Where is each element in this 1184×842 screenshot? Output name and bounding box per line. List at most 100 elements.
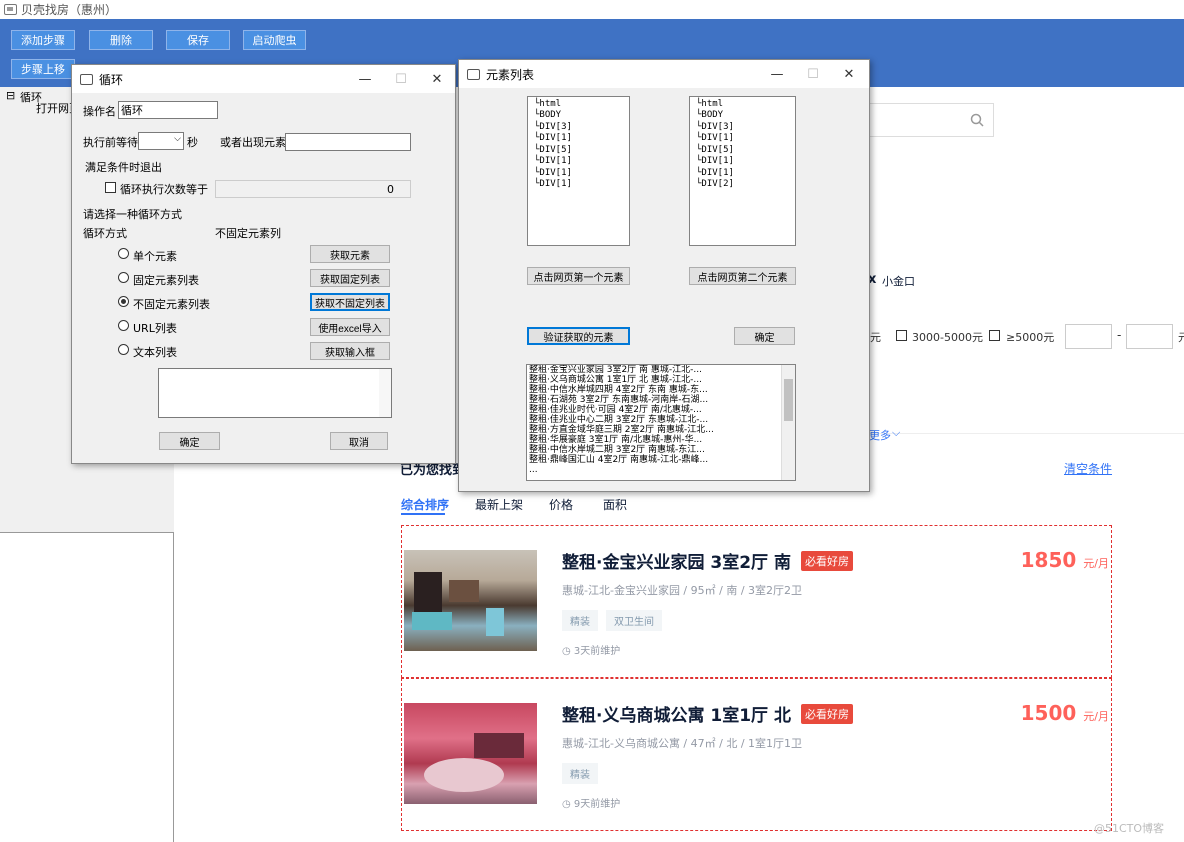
listing-photo[interactable] xyxy=(404,703,537,804)
tree-item[interactable]: └DIV[2] xyxy=(696,179,734,189)
tree-item[interactable]: └DIV[1] xyxy=(696,168,734,178)
result-item[interactable]: 整租·方直金域华庭三期 2室2厅 南惠城-江北... xyxy=(527,425,795,435)
add-step-button[interactable]: 添加步骤 xyxy=(11,30,75,50)
tab-overall[interactable]: 综合排序 xyxy=(401,496,449,513)
step-up-button[interactable]: 步骤上移 xyxy=(11,59,75,79)
listing-photo[interactable] xyxy=(404,550,537,651)
tree-expand-icon[interactable]: ⊟ xyxy=(6,89,15,102)
price-max-input[interactable] xyxy=(1126,324,1173,349)
tree-item[interactable]: └DIV[1] xyxy=(534,168,572,178)
clear-conditions-link[interactable]: 清空条件 xyxy=(1064,460,1112,477)
loop-count-stepper[interactable]: 0 xyxy=(215,180,411,198)
radio-fixed-list[interactable] xyxy=(118,272,129,283)
radio-url-list[interactable] xyxy=(118,320,129,331)
radio-variable-list[interactable] xyxy=(118,296,129,307)
click-first-element-button[interactable]: 点击网页第一个元素 xyxy=(527,267,630,285)
tree-item[interactable]: └DIV[1] xyxy=(534,179,572,189)
price-3000-5000-checkbox[interactable] xyxy=(896,330,907,341)
tree-item[interactable]: └DIV[1] xyxy=(534,133,572,143)
import-excel-button[interactable]: 使用excel导入 xyxy=(310,318,390,336)
option-text-list[interactable]: 文本列表 xyxy=(133,344,177,360)
delete-button[interactable]: 删除 xyxy=(89,30,153,50)
get-variable-list-button[interactable]: 获取不固定列表 xyxy=(310,293,390,311)
price-min-input[interactable] xyxy=(1065,324,1112,349)
result-item[interactable]: 整租·佳兆业时代·可园 4室2厅 南/北惠城-... xyxy=(527,405,795,415)
wait-label: 执行前等待 xyxy=(83,136,138,149)
price-5000-checkbox[interactable] xyxy=(989,330,1000,341)
scrollbar[interactable] xyxy=(781,365,795,480)
element-tree-1[interactable]: └html └BODY └DIV[3] └DIV[1] └DIV[5] └DIV… xyxy=(527,96,630,246)
maximize-icon[interactable]: ☐ xyxy=(795,60,831,88)
radio-text-list[interactable] xyxy=(118,344,129,355)
result-item[interactable]: ... xyxy=(527,465,795,475)
minimize-icon[interactable]: — xyxy=(347,65,383,93)
result-item[interactable]: 整租·华展豪庭 3室1厅 南/北惠城-惠州-华... xyxy=(527,435,795,445)
tree-item[interactable]: └BODY xyxy=(696,110,723,120)
more-filters-link[interactable]: 更多 xyxy=(869,427,891,443)
close-icon[interactable]: ✕ xyxy=(419,65,455,93)
search-icon[interactable] xyxy=(970,113,984,127)
result-item[interactable]: 整租·石湖苑 3室2厅 东南惠城-河南岸-石湖... xyxy=(527,395,795,405)
get-input-box-button[interactable]: 获取输入框 xyxy=(310,342,390,360)
minimize-icon[interactable]: — xyxy=(759,60,795,88)
tree-item[interactable]: └DIV[5] xyxy=(534,145,572,155)
result-item[interactable]: 整租·鼎峰国汇山 4室2厅 南惠城-江北-鼎峰... xyxy=(527,455,795,465)
radio-single-element[interactable] xyxy=(118,248,129,259)
tab-area[interactable]: 面积 xyxy=(603,496,627,513)
price-filter-1[interactable]: 元 xyxy=(870,329,881,345)
op-name-input[interactable]: 循环 xyxy=(118,101,218,119)
tree-item[interactable]: └html xyxy=(534,99,561,109)
tab-newest[interactable]: 最新上架 xyxy=(475,496,523,513)
search-box[interactable] xyxy=(864,103,994,137)
area-small-gold[interactable]: 小金口 xyxy=(882,273,915,289)
tab-price[interactable]: 价格 xyxy=(549,496,573,513)
tree-item[interactable]: └DIV[5] xyxy=(696,145,734,155)
tree-item[interactable]: └html xyxy=(696,99,723,109)
get-element-button[interactable]: 获取元素 xyxy=(310,245,390,263)
option-single-element[interactable]: 单个元素 xyxy=(133,248,177,264)
element-input[interactable] xyxy=(285,133,411,151)
price-filter-3[interactable]: ≥5000元 xyxy=(1006,329,1054,345)
watermark: @51CTO博客 xyxy=(1094,822,1165,835)
result-list[interactable]: 整租·金宝兴业家园 3室2厅 南 惠城-江北-... 整租·义乌商城公寓 1室1厅… xyxy=(526,364,796,481)
close-icon[interactable]: ✕ xyxy=(831,60,867,88)
result-item[interactable]: 整租·义乌商城公寓 1室1厅 北 惠城-江北-... xyxy=(527,375,795,385)
text-list-area[interactable] xyxy=(158,368,392,418)
ok-button[interactable]: 确定 xyxy=(159,432,220,450)
element-tree-2[interactable]: └html └BODY └DIV[3] └DIV[1] └DIV[5] └DIV… xyxy=(689,96,796,246)
start-crawler-button[interactable]: 启动爬虫 xyxy=(243,30,306,50)
scrollbar-thumb[interactable] xyxy=(784,379,793,421)
tree-item[interactable]: └DIV[1] xyxy=(696,133,734,143)
chevron-down-icon[interactable]: ⌵ xyxy=(892,426,900,440)
listing-title[interactable]: 整租·金宝兴业家园 3室2厅 南必看好房 xyxy=(562,548,853,573)
listing-title[interactable]: 整租·义乌商城公寓 1室1厅 北必看好房 xyxy=(562,701,853,726)
price-dash: - xyxy=(1117,328,1122,342)
tree-item[interactable]: └DIV[3] xyxy=(696,122,734,132)
get-fixed-list-button[interactable]: 获取固定列表 xyxy=(310,269,390,287)
wait-select[interactable]: ⌵ xyxy=(138,132,184,150)
click-second-element-button[interactable]: 点击网页第二个元素 xyxy=(689,267,796,285)
listing-card[interactable]: 整租·义乌商城公寓 1室1厅 北必看好房 1500 元/月 惠城-江北-义乌商城… xyxy=(401,678,1112,831)
price-filter-2[interactable]: 3000-5000元 xyxy=(912,329,983,345)
tree-item[interactable]: └DIV[1] xyxy=(534,156,572,166)
scrollbar[interactable] xyxy=(379,369,391,417)
verify-elements-button[interactable]: 验证获取的元素 xyxy=(527,327,630,345)
app-titlebar: 贝壳找房（惠州） xyxy=(0,0,1184,19)
listing-card[interactable]: 整租·金宝兴业家园 3室2厅 南必看好房 1850 元/月 惠城-江北-金宝兴业… xyxy=(401,525,1112,678)
result-item[interactable]: 整租·中信水岸城二期 3室2厅 南惠城-东江... xyxy=(527,445,795,455)
tree-item[interactable]: └DIV[1] xyxy=(696,156,734,166)
option-url-list[interactable]: URL列表 xyxy=(133,320,177,336)
loop-count-checkbox[interactable] xyxy=(105,182,116,193)
element-ok-button[interactable]: 确定 xyxy=(734,327,795,345)
maximize-icon[interactable]: ☐ xyxy=(383,65,419,93)
option-variable-list[interactable]: 不固定元素列表 xyxy=(133,296,210,312)
option-fixed-list[interactable]: 固定元素列表 xyxy=(133,272,199,288)
cancel-button[interactable]: 取消 xyxy=(330,432,388,450)
result-item[interactable]: 整租·中信水岸城四期 4室2厅 东南 惠城-东... xyxy=(527,385,795,395)
result-item[interactable]: 整租·佳兆业中心二期 3室2厅 东惠城-江北-... xyxy=(527,415,795,425)
app-icon xyxy=(4,4,17,15)
save-button[interactable]: 保存 xyxy=(166,30,230,50)
tree-item[interactable]: └DIV[3] xyxy=(534,122,572,132)
result-item[interactable]: 整租·金宝兴业家园 3室2厅 南 惠城-江北-... xyxy=(527,365,795,375)
tree-item[interactable]: └BODY xyxy=(534,110,561,120)
